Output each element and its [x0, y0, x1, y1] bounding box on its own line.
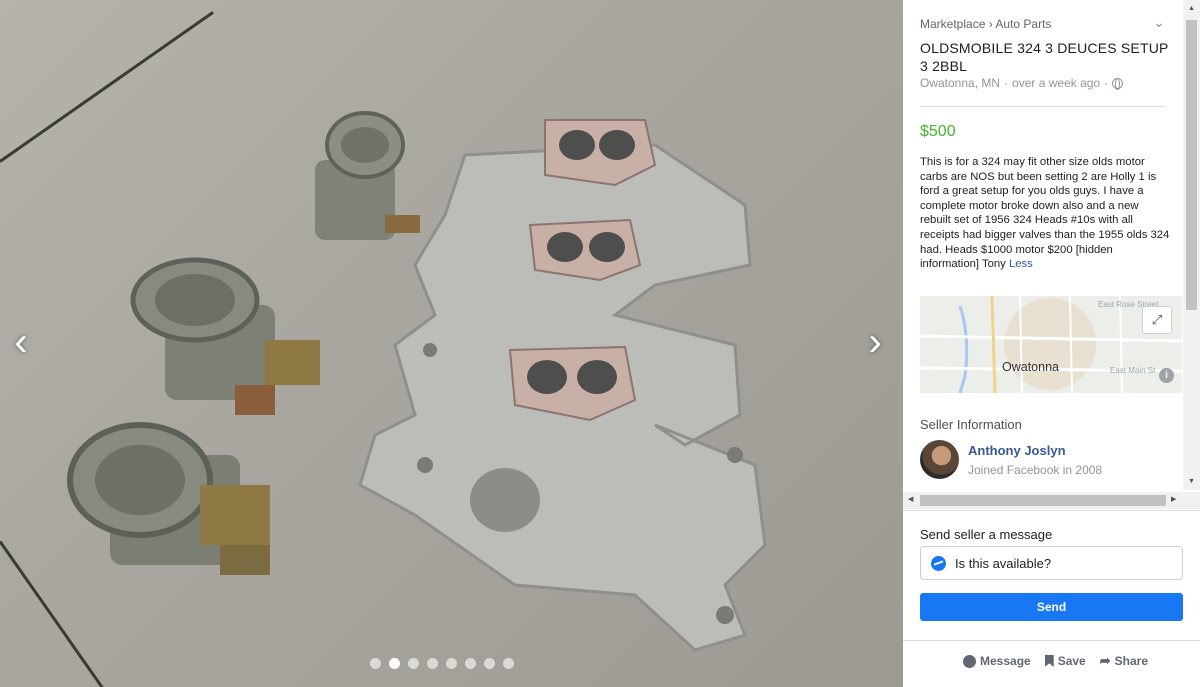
- meta-separator: ·: [1104, 76, 1109, 90]
- bookmark-icon: [1044, 655, 1054, 667]
- listing-actions: Message Save ➦ Share: [963, 653, 1148, 669]
- listing-price: $500: [920, 123, 956, 140]
- photo-dot[interactable]: [503, 658, 514, 669]
- share-action-label: Share: [1114, 654, 1148, 668]
- next-photo-arrow-icon[interactable]: ›: [860, 322, 890, 362]
- scroll-left-arrow-icon[interactable]: ◀: [908, 495, 913, 503]
- photo-dot[interactable]: [427, 658, 438, 669]
- messenger-icon: [963, 654, 976, 668]
- listing-details-panel: Marketplace › Auto Parts ⌄ OLDSMOBILE 32…: [903, 0, 1200, 687]
- previous-photo-arrow-icon[interactable]: ‹: [6, 322, 36, 362]
- message-action-label: Message: [980, 654, 1031, 668]
- photo-viewer: ‹ ›: [0, 0, 903, 687]
- scrollbar-thumb[interactable]: [920, 495, 1166, 506]
- listing-title: OLDSMOBILE 324 3 DEUCES SETUP 3 2BBL: [920, 40, 1169, 74]
- scrollbar-thumb[interactable]: [1186, 20, 1197, 310]
- breadcrumb-auto-parts[interactable]: Auto Parts: [995, 17, 1051, 31]
- scroll-up-arrow-icon[interactable]: ▲: [1188, 5, 1195, 12]
- seller-information-heading: Seller Information: [920, 417, 1022, 432]
- share-arrow-icon: ➦: [1099, 653, 1111, 668]
- divider: [920, 106, 1166, 107]
- breadcrumb-marketplace[interactable]: Marketplace: [920, 17, 985, 31]
- globe-icon: [1112, 77, 1124, 90]
- breadcrumb: Marketplace › Auto Parts: [920, 17, 1051, 31]
- listing-location[interactable]: Owatonna, MN: [920, 76, 1000, 90]
- divider: [903, 510, 1200, 511]
- chevron-down-icon[interactable]: ⌄: [1153, 14, 1165, 31]
- photo-pagination-dots: [370, 658, 514, 669]
- vertical-scrollbar[interactable]: ▲ ▼: [1183, 0, 1200, 490]
- listing-meta: Owatonna, MN · over a week ago ·: [920, 76, 1124, 90]
- scroll-right-arrow-icon[interactable]: ▶: [1171, 495, 1176, 503]
- less-link[interactable]: Less: [1009, 258, 1033, 270]
- seller-joined-date: Joined Facebook in 2008: [968, 463, 1103, 477]
- divider: [903, 640, 1200, 641]
- breadcrumb-separator: ›: [988, 17, 993, 31]
- photo-dot[interactable]: [408, 658, 419, 669]
- scroll-down-arrow-icon[interactable]: ▼: [1188, 478, 1195, 485]
- message-action-button[interactable]: Message: [963, 653, 1031, 669]
- map-city-label: Owatonna: [1002, 360, 1059, 374]
- seller-avatar[interactable]: [920, 440, 959, 479]
- seller-name-link[interactable]: Anthony Joslyn: [968, 443, 1066, 458]
- listing-posted-time[interactable]: over a week ago: [1012, 76, 1100, 90]
- meta-separator: ·: [1004, 76, 1009, 90]
- intake-manifold-image: [358, 119, 767, 652]
- horizontal-scrollbar[interactable]: ◀ ▶: [903, 492, 1200, 509]
- message-input[interactable]: [955, 555, 1165, 571]
- message-input-box[interactable]: [920, 546, 1183, 580]
- carburetor-image: [67, 422, 270, 575]
- photo-dot[interactable]: [389, 658, 400, 669]
- info-icon[interactable]: i: [1159, 368, 1174, 383]
- listing-description: This is for a 324 may fit other size old…: [920, 155, 1172, 272]
- description-text: This is for a 324 may fit other size old…: [920, 156, 1170, 271]
- map-street-label: East Main St: [1110, 366, 1156, 375]
- photo-dot[interactable]: [446, 658, 457, 669]
- send-message-label: Send seller a message: [920, 527, 1053, 542]
- messenger-icon: [931, 555, 946, 571]
- save-action-button[interactable]: Save: [1044, 653, 1086, 669]
- share-action-button[interactable]: ➦ Share: [1100, 653, 1148, 669]
- pavement-crack: [0, 11, 214, 163]
- listing-details-scroll-area: Marketplace › Auto Parts ⌄ OLDSMOBILE 32…: [903, 0, 1200, 510]
- location-map[interactable]: East Rose Street Owatonna East Main St ⤢…: [920, 296, 1182, 393]
- photo-dot[interactable]: [465, 658, 476, 669]
- photo-dot[interactable]: [370, 658, 381, 669]
- save-action-label: Save: [1057, 654, 1086, 668]
- photo-dot[interactable]: [484, 658, 495, 669]
- expand-map-icon[interactable]: ⤢: [1142, 306, 1172, 334]
- send-button[interactable]: Send: [920, 593, 1183, 621]
